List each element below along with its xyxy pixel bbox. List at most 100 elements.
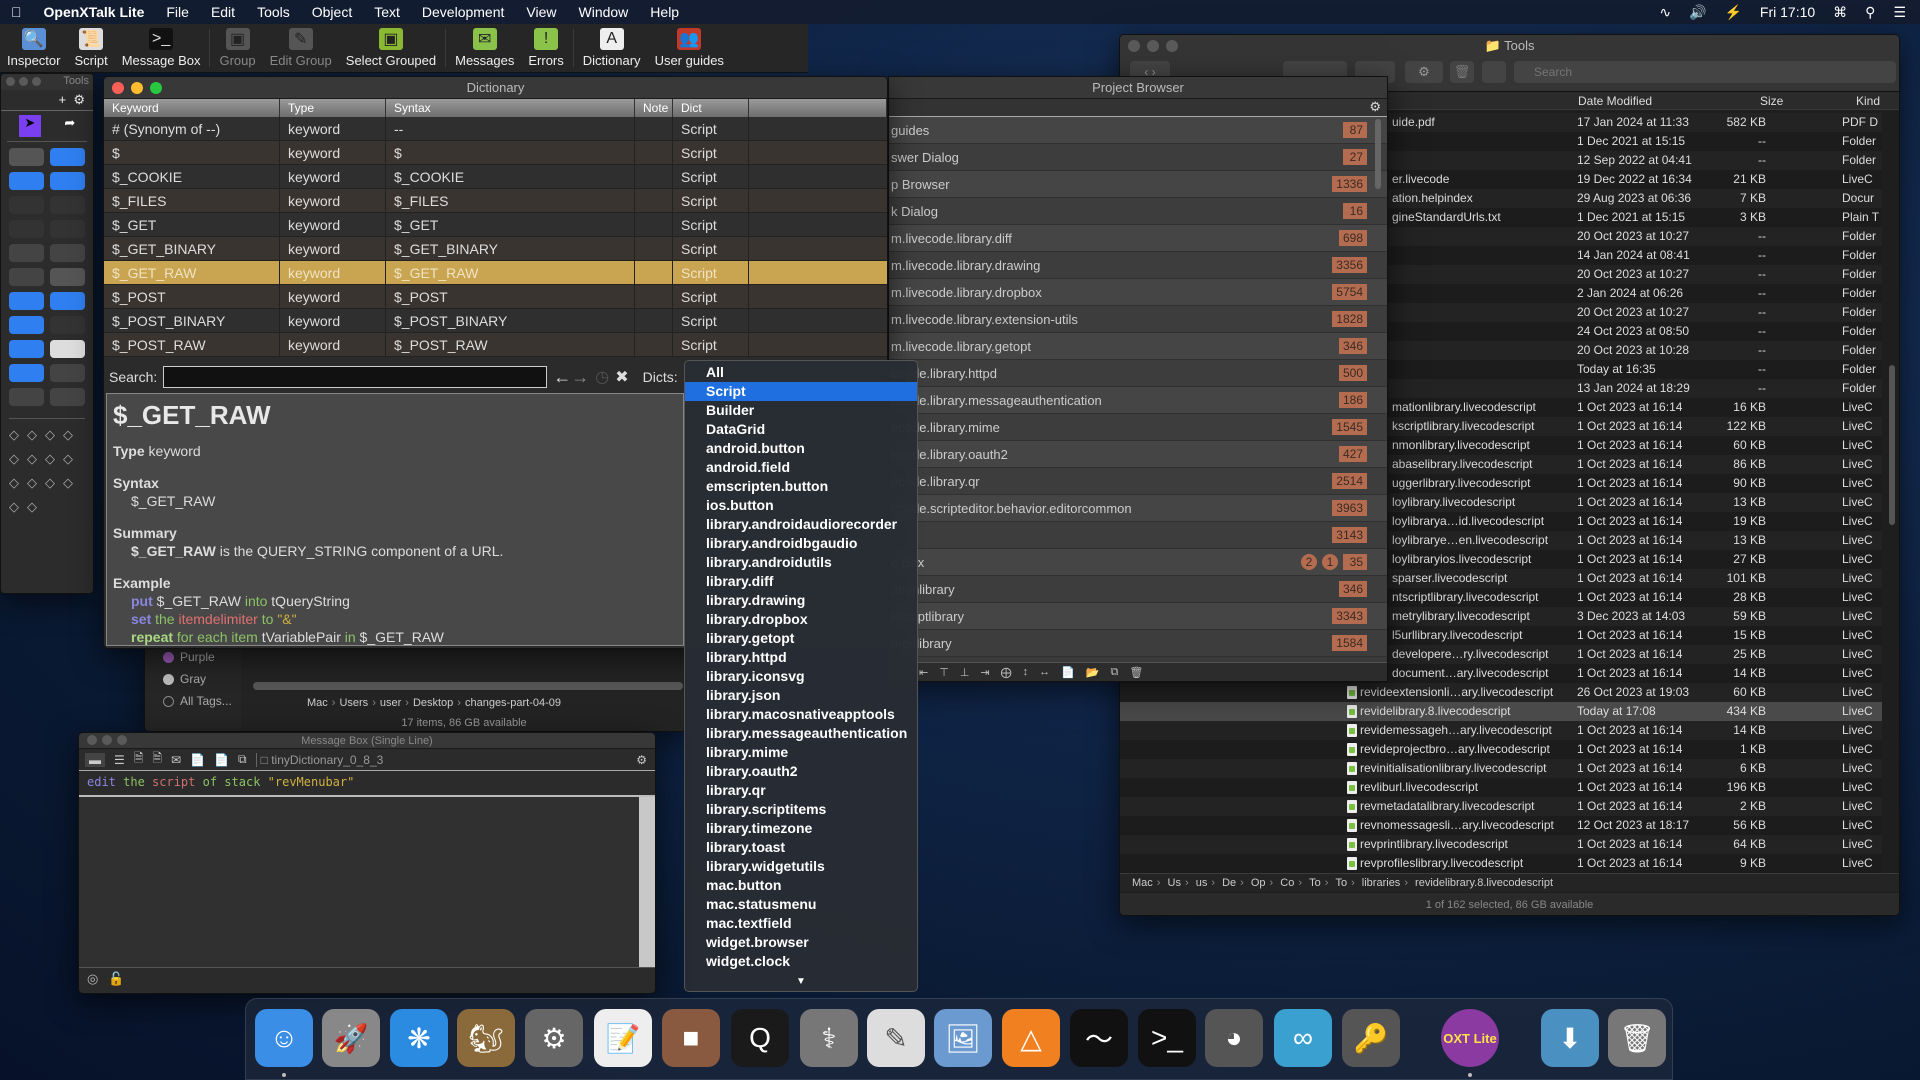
stack-row[interactable]: m.livecode.library.diff 698	[889, 225, 1387, 252]
popup-tool-icon[interactable]	[9, 292, 44, 310]
stack-row[interactable]: guides 87	[889, 117, 1387, 144]
dropdown-option[interactable]: library.androidaudiorecorder	[685, 515, 917, 534]
finder-icon[interactable]: ☺	[255, 1009, 313, 1067]
clear-search-icon[interactable]: ✖	[615, 367, 628, 387]
path-segment[interactable]: Op	[1251, 877, 1266, 889]
gear-icon[interactable]: ⚙	[1405, 61, 1443, 83]
command-input[interactable]: edit the script of stack "revMenubar"	[79, 771, 655, 797]
file-row[interactable]: revprofileslibrary.livecodescript 1 Oct 2…	[1120, 854, 1882, 873]
scrolling-field-tool-icon[interactable]	[9, 244, 44, 262]
activity-monitor-icon[interactable]: 〜	[1070, 1009, 1128, 1067]
vertical-scrollbar[interactable]	[1889, 365, 1895, 525]
multi-line-icon[interactable]: ☰	[114, 753, 125, 767]
line-tool-icon[interactable]: ◇	[45, 451, 55, 467]
dropdown-option[interactable]: library.httpd	[685, 648, 917, 667]
toolbar-message-box-button[interactable]: >_ Message Box	[115, 28, 208, 72]
dropdown-option[interactable]: library.drawing	[685, 591, 917, 610]
same-width-icon[interactable]: ↔	[1039, 666, 1050, 678]
polygon-tool-icon[interactable]: ◇	[45, 427, 55, 443]
system-preferences-icon[interactable]: ⚙	[525, 1009, 583, 1067]
dropdown-option[interactable]: library.getopt	[685, 629, 917, 648]
dropdown-option[interactable]: widget.browser	[685, 933, 917, 952]
stack-row[interactable]: 3143	[889, 522, 1387, 549]
dropdown-option[interactable]: library.oauth2	[685, 762, 917, 781]
vertical-scrollbar[interactable]	[639, 797, 655, 967]
table-row[interactable]: $_POST_BINARY keyword $_POST_BINARY Script	[104, 309, 887, 333]
dropdown-option[interactable]: library.macosnativeapptools	[685, 705, 917, 724]
stack-row[interactable]: ecode.scripteditor.behavior.editorcommon…	[889, 495, 1387, 522]
table-row[interactable]: $_FILES keyword $_FILES Script	[104, 189, 887, 213]
gear-icon[interactable]: ⚙	[73, 92, 85, 107]
stack-row[interactable]: m.livecode.library.drawing 3356	[889, 252, 1387, 279]
delete-icon[interactable]: 🗑	[1129, 666, 1143, 679]
bucket-tool-icon[interactable]: ◇	[45, 475, 55, 491]
vertical-scrollbar[interactable]	[1375, 119, 1381, 189]
player-tool-icon[interactable]	[50, 388, 85, 406]
path-segment[interactable]: To	[1309, 877, 1321, 889]
stack-row[interactable]: swer Dialog 27	[889, 144, 1387, 171]
script-editor-icon[interactable]: ✎	[867, 1009, 925, 1067]
battery-charging-icon[interactable]: ⚡	[1724, 4, 1741, 21]
file-row[interactable]: revnomessagesli…ary.livecodescript 12 Oct…	[1120, 816, 1882, 835]
textedit-icon[interactable]: 📝	[594, 1009, 652, 1067]
select-tool-icon[interactable]: ◇	[27, 499, 37, 515]
horizontal-scrollbar[interactable]	[253, 682, 683, 690]
tag-item[interactable]: Purple	[145, 646, 241, 668]
path-segment[interactable]: Us	[1168, 877, 1181, 889]
vlc-icon[interactable]: △	[1002, 1009, 1060, 1067]
col-note[interactable]: Note	[635, 99, 673, 117]
single-line-icon[interactable]: ▬	[85, 752, 105, 767]
path-segment[interactable]: user	[380, 697, 401, 709]
file-row[interactable]: revidelibrary.8.livecodescript Today at 1…	[1120, 702, 1882, 721]
file-row[interactable]: revliburl.livecodescript 1 Oct 2023 at 16…	[1120, 778, 1882, 797]
pencil-tool-icon[interactable]: ◇	[9, 475, 19, 491]
table-row[interactable]: # (Synonym of --) keyword -- Script	[104, 117, 887, 141]
path-segment[interactable]: libraries	[1362, 877, 1401, 889]
dropdown-option[interactable]: widget.clock	[685, 952, 917, 971]
data-grid-tool-icon[interactable]	[50, 268, 85, 286]
table-row[interactable]: $_GET_RAW keyword $_GET_RAW Script	[104, 261, 887, 285]
eraser-tool-icon[interactable]: ◇	[9, 499, 19, 515]
radio-button-tool-icon[interactable]	[50, 172, 85, 190]
back-arrow-icon[interactable]: ←	[553, 367, 571, 388]
pending-messages-icon[interactable]: ✉	[171, 753, 181, 767]
file-row[interactable]: revidemessageh…ary.livecodescript 1 Oct 2…	[1120, 721, 1882, 740]
keychain-icon[interactable]: 🔑	[1342, 1009, 1400, 1067]
spray-tool-icon[interactable]: ◇	[63, 451, 73, 467]
toolbar-messages-button[interactable]: ✉ Messages	[448, 28, 521, 72]
path-segment[interactable]: Desktop	[413, 697, 453, 709]
rectangle-tool-icon[interactable]: ◇	[63, 427, 73, 443]
stack-row[interactable]: ationlibrary 346	[889, 576, 1387, 603]
stack-row[interactable]: m.livecode.library.dropbox 5754	[889, 279, 1387, 306]
app-icon[interactable]: ■	[662, 1009, 720, 1067]
stack-row[interactable]: p Browser 1336	[889, 171, 1387, 198]
toolbar-inspector-button[interactable]: 🔍 Inspector	[0, 28, 67, 72]
col-type[interactable]: Type	[280, 99, 386, 117]
scrollbar-tool-icon[interactable]	[50, 364, 85, 382]
spraycan-tool-icon[interactable]: ◇	[63, 475, 73, 491]
dropdown-option[interactable]: library.iconsvg	[685, 667, 917, 686]
stack-row[interactable]: ecode.library.httpd 500	[889, 360, 1387, 387]
path-segment[interactable]: Users	[339, 697, 368, 709]
tag-button-icon[interactable]	[1482, 61, 1506, 83]
dropdown-option[interactable]: library.qr	[685, 781, 917, 800]
file-row[interactable]: revinitialisationlibrary.livecodescript 1…	[1120, 759, 1882, 778]
toolbar-script-button[interactable]: 📜 Script	[67, 28, 114, 72]
stack-row[interactable]: ecode.library.qr 2514	[889, 468, 1387, 495]
unlock-icon[interactable]: 🔓	[108, 971, 124, 987]
backscripts-icon[interactable]: 📄	[214, 753, 229, 767]
app-icon-blue[interactable]: ∞	[1274, 1009, 1332, 1067]
slider-tool-icon[interactable]	[50, 340, 85, 358]
little-arrows-tool-icon[interactable]	[9, 364, 44, 382]
gear-icon[interactable]: ⚙	[1369, 99, 1381, 115]
file-row[interactable]: revprintlibrary.livecodescript 1 Oct 2023…	[1120, 835, 1882, 854]
stack-row[interactable]: kscriptlibrary 3343	[889, 603, 1387, 630]
target-icon[interactable]: ◎	[87, 971, 98, 987]
menu-help[interactable]: Help	[639, 4, 690, 20]
dropdown-option[interactable]: library.scriptitems	[685, 800, 917, 819]
search-input[interactable]	[163, 366, 548, 388]
window-controls[interactable]	[1128, 40, 1178, 52]
dropdown-option[interactable]: library.toast	[685, 838, 917, 857]
volume-icon[interactable]: 🔊	[1689, 4, 1706, 21]
dropdown-option[interactable]: ios.button	[685, 496, 917, 515]
